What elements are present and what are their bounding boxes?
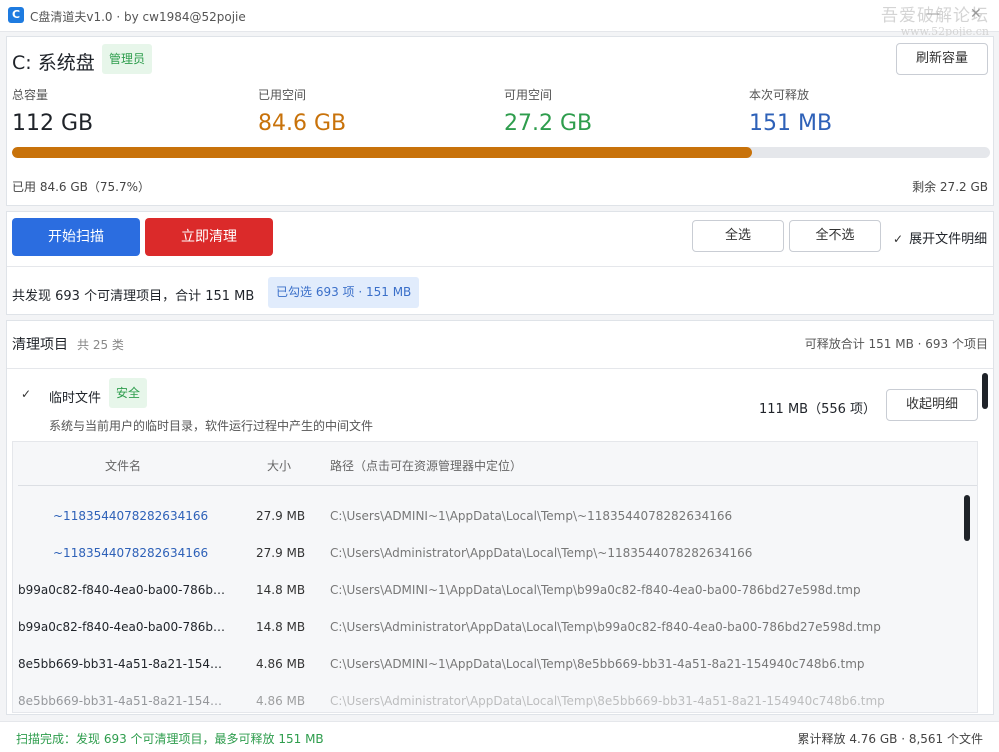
table-row[interactable]: ~1183544078282634166 27.9 MB C:\Users\Ad…	[13, 534, 977, 571]
file-name[interactable]: 8e5bb669-bb31-4a51-8a21-15494...	[18, 657, 228, 671]
list-scrollbar-thumb[interactable]	[982, 373, 988, 409]
stat-used: 已用空间 84.6 GB	[258, 86, 346, 136]
file-name[interactable]: ~1183544078282634166	[53, 509, 263, 523]
stat-value: 84.6 GB	[258, 111, 347, 136]
table-row[interactable]: 8e5bb669-bb31-4a51-8a21-15494... 4.86 MB…	[13, 645, 977, 682]
file-size: 14.8 MB	[256, 583, 306, 597]
check-icon: ✓	[892, 232, 904, 246]
file-path[interactable]: C:\Users\ADMINI~1\AppData\Local\Temp\b99…	[330, 583, 861, 597]
app-icon: C	[8, 7, 24, 23]
used-text: 已用 84.6 GB（75.7%）	[12, 180, 151, 194]
cleanup-list-panel: 清理项目 共 25 类 可释放合计 151 MB · 693 个项目 ✓ 临时文…	[6, 320, 994, 715]
category-size: 111 MB（556 项）	[759, 402, 877, 417]
list-total: 可释放合计 151 MB · 693 个项目	[804, 337, 988, 351]
disk-panel: C: 系统盘 管理员 刷新容量 总容量 112 GB 已用空间 84.6 GB …	[6, 36, 994, 206]
list-category-count: 共 25 类	[77, 338, 124, 352]
scan-summary: 共发现 693 个可清理项目，合计 151 MB	[12, 289, 255, 304]
category-name: 临时文件	[49, 391, 102, 406]
category-row-temp-files[interactable]: ✓ 临时文件 安全 系统与当前用户的临时目录，软件运行过程中产生的中间文件 11…	[7, 369, 993, 441]
window-title: C盘清道夫v1.0 · by cw1984@52pojie	[30, 10, 246, 24]
file-name[interactable]: ~1183544078282634166	[53, 546, 263, 560]
scan-status: 扫描完成：发现 693 个可清理项目，最多可释放 151 MB	[16, 732, 324, 746]
category-description: 系统与当前用户的临时目录，软件运行过程中产生的中间文件	[49, 419, 374, 433]
expand-details-checkbox[interactable]: ✓ 展开文件明细	[891, 228, 987, 247]
file-path[interactable]: C:\Users\Administrator\AppData\Local\Tem…	[330, 694, 885, 708]
select-all-button[interactable]: 全选	[692, 220, 784, 252]
stat-free: 可用空间 27.2 GB	[504, 86, 592, 136]
remaining-text: 剩余 27.2 GB	[912, 180, 988, 194]
table-row[interactable]: 8e5bb669-bb31-4a51-8a21-15494... 4.86 MB…	[13, 682, 977, 712]
start-scan-button[interactable]: 开始扫描	[12, 218, 140, 256]
column-header-path: 路径（点击可在资源管理器中定位）	[330, 459, 523, 473]
action-panel: 开始扫描 立即清理 全选 全不选 ✓ 展开文件明细 共发现 693 个可清理项目…	[6, 211, 994, 315]
file-name[interactable]: b99a0c82-f840-4ea0-ba00-786bd2...	[18, 620, 228, 634]
file-name[interactable]: 8e5bb669-bb31-4a51-8a21-15494...	[18, 694, 228, 708]
disk-title: C: 系统盘	[12, 52, 95, 74]
stat-label: 已用空间	[258, 88, 307, 102]
category-checkbox[interactable]: ✓	[19, 387, 33, 401]
admin-badge: 管理员	[102, 44, 153, 74]
list-title: 清理项目	[12, 337, 68, 353]
table-row[interactable]: b99a0c82-f840-4ea0-ba00-786bd2... 14.8 M…	[13, 571, 977, 608]
close-icon[interactable]: ✕	[970, 6, 982, 22]
refresh-capacity-button[interactable]: 刷新容量	[896, 43, 988, 75]
safety-badge: 安全	[109, 378, 148, 408]
file-path[interactable]: C:\Users\Administrator\AppData\Local\Tem…	[330, 546, 752, 560]
collapse-details-button[interactable]: 收起明细	[886, 389, 978, 421]
table-row[interactable]: ~1183544078282634166 27.9 MB C:\Users\AD…	[13, 497, 977, 534]
file-size: 4.86 MB	[256, 657, 306, 671]
title-bar: C C盘清道夫v1.0 · by cw1984@52pojie 吾爱破解论坛 w…	[0, 0, 999, 38]
stat-total: 总容量 112 GB	[12, 86, 93, 136]
column-header-name: 文件名	[105, 459, 142, 473]
stat-value: 151 MB	[749, 111, 833, 136]
status-bar: 扫描完成：发现 693 个可清理项目，最多可释放 151 MB 累计释放 4.7…	[0, 721, 999, 752]
stat-label: 总容量	[12, 88, 49, 102]
column-header-size: 大小	[267, 459, 292, 473]
stat-value: 27.2 GB	[504, 111, 593, 136]
disk-usage-bar	[12, 147, 990, 158]
expand-details-label: 展开文件明细	[909, 232, 988, 247]
file-name[interactable]: b99a0c82-f840-4ea0-ba00-786bd2...	[18, 583, 228, 597]
file-size: 4.86 MB	[256, 694, 306, 708]
select-none-button[interactable]: 全不选	[789, 220, 881, 252]
file-size: 27.9 MB	[256, 509, 306, 523]
file-size: 14.8 MB	[256, 620, 306, 634]
selected-badge: 已勾选 693 项 · 151 MB	[268, 277, 420, 308]
minimize-icon[interactable]: —	[926, 6, 940, 22]
stat-label: 可用空间	[504, 88, 553, 102]
stat-label: 本次可释放	[749, 88, 810, 102]
cumulative-stats: 累计释放 4.76 GB · 8,561 个文件	[797, 732, 984, 746]
stat-releasable: 本次可释放 151 MB	[749, 86, 832, 136]
header-divider	[18, 485, 977, 486]
disk-usage-fill	[12, 147, 753, 158]
table-row[interactable]: b99a0c82-f840-4ea0-ba00-786bd2... 14.8 M…	[13, 608, 977, 645]
file-path[interactable]: C:\Users\ADMINI~1\AppData\Local\Temp\~11…	[330, 509, 732, 523]
file-path[interactable]: C:\Users\Administrator\AppData\Local\Tem…	[330, 620, 881, 634]
clean-now-button[interactable]: 立即清理	[145, 218, 273, 256]
file-size: 27.9 MB	[256, 546, 306, 560]
divider	[7, 266, 993, 267]
stat-value: 112 GB	[12, 111, 94, 136]
table-scrollbar-thumb[interactable]	[964, 495, 970, 541]
file-path[interactable]: C:\Users\ADMINI~1\AppData\Local\Temp\8e5…	[330, 657, 865, 671]
file-table: 文件名 大小 路径（点击可在资源管理器中定位） ~118354407828263…	[12, 441, 978, 713]
